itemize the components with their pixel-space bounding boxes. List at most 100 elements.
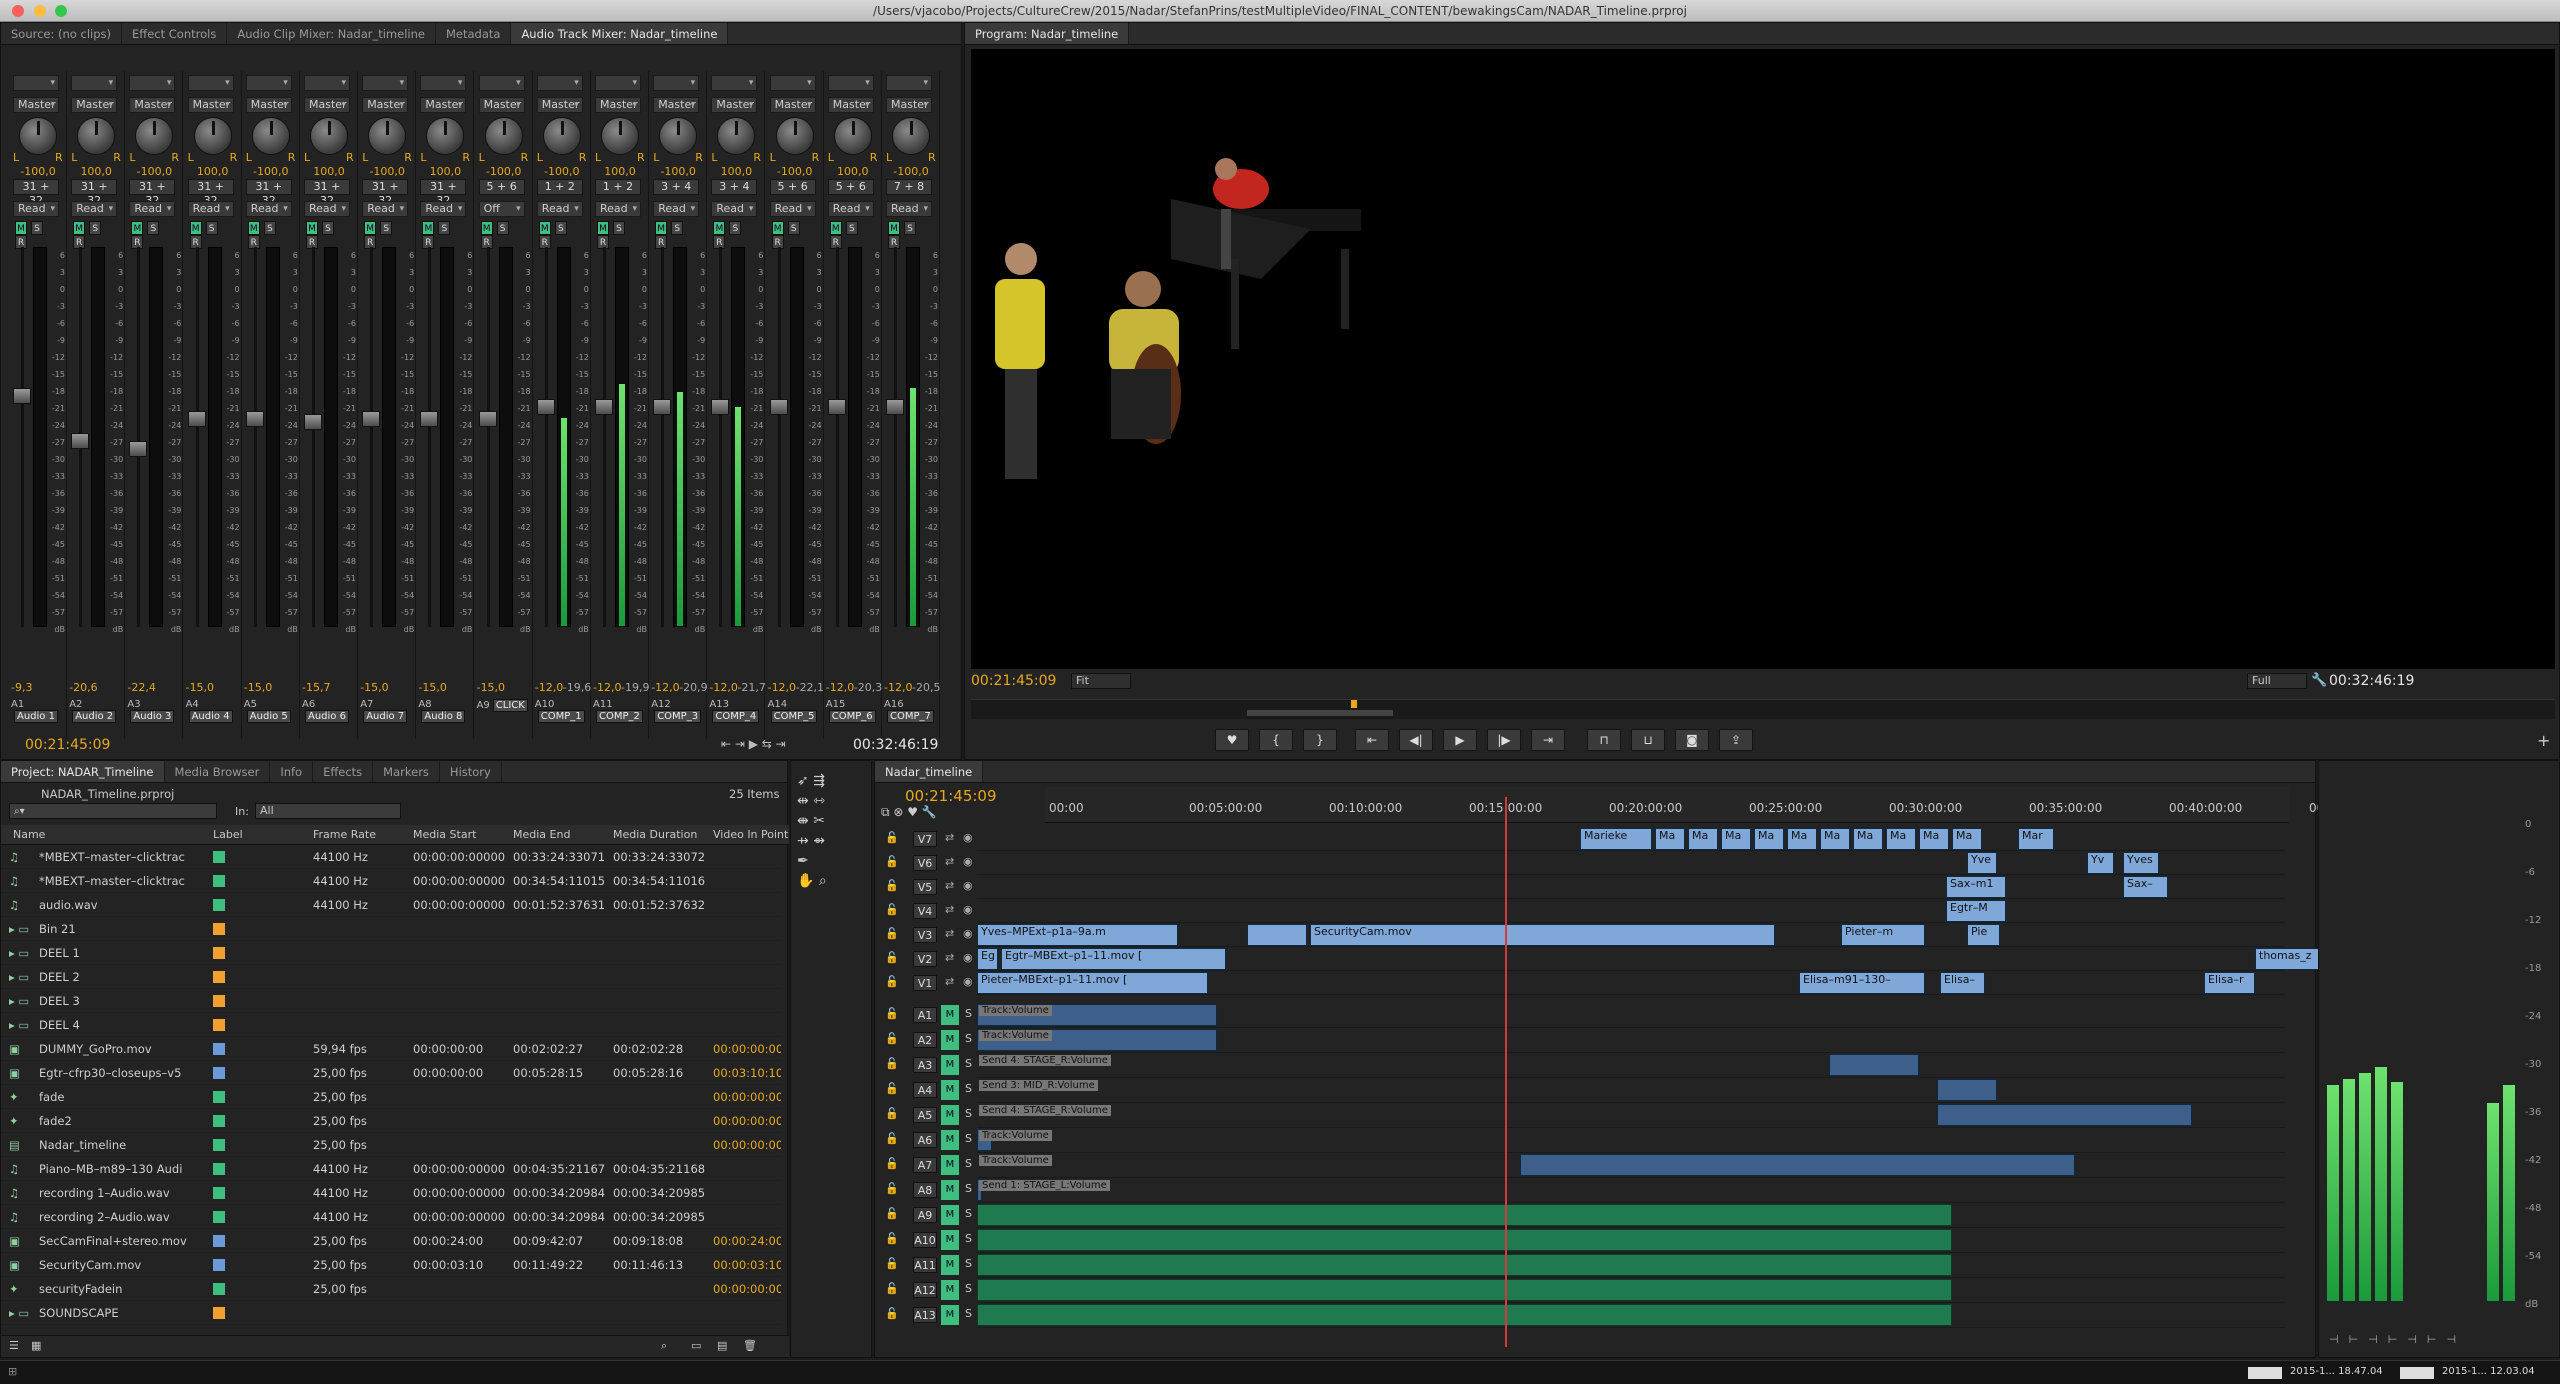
- item-name[interactable]: Nadar_timeline: [39, 1133, 209, 1157]
- volume-fader[interactable]: [478, 411, 497, 427]
- mute-toggle[interactable]: M: [941, 1080, 959, 1100]
- fx-badge[interactable]: Send 1: STAGE_L:Volume: [979, 1180, 1110, 1191]
- send-dropdown[interactable]: Master: [711, 97, 758, 113]
- solo-toggle[interactable]: S: [965, 1057, 972, 1070]
- solo-toggle[interactable]: S: [965, 1007, 972, 1020]
- input-routing[interactable]: 31 + 32: [187, 179, 234, 207]
- thumbnail-2[interactable]: [2400, 1367, 2434, 1379]
- step-back-button[interactable]: ◀|: [1399, 729, 1433, 751]
- lock-icon[interactable]: 🔓: [885, 1132, 899, 1145]
- video-clip[interactable]: Ma: [1952, 828, 1982, 850]
- automation-mode-dropdown[interactable]: Read: [711, 201, 758, 217]
- item-label-color[interactable]: [213, 1133, 233, 1159]
- volume-fader[interactable]: [827, 399, 846, 415]
- fx-badge[interactable]: Send 4: STAGE_R:Volume: [979, 1055, 1111, 1066]
- mute-button[interactable]: M: [655, 221, 668, 235]
- play-button[interactable]: ▶: [1443, 729, 1477, 751]
- button-editor-button[interactable]: ⇪: [1719, 729, 1753, 751]
- item-name[interactable]: recording 2–Audio.wav: [39, 1205, 209, 1229]
- audio-clip-green[interactable]: [977, 1304, 1952, 1326]
- solo-toggle[interactable]: S: [965, 1032, 972, 1045]
- volume-fader[interactable]: [245, 411, 264, 427]
- go-to-in-button[interactable]: ⇤: [1355, 729, 1389, 751]
- solo-toggle[interactable]: S: [965, 1157, 972, 1170]
- solo-button[interactable]: S: [496, 221, 509, 235]
- lock-icon[interactable]: 🔓: [885, 951, 899, 964]
- channel-name[interactable]: COMP_7: [887, 710, 934, 723]
- input-routing[interactable]: 31 + 32: [129, 179, 176, 207]
- fx-badge[interactable]: Track:Volume: [979, 1030, 1052, 1041]
- track-label[interactable]: A9: [913, 1207, 937, 1223]
- automation-mode-dropdown[interactable]: Read: [653, 201, 700, 217]
- insert-slot[interactable]: [478, 75, 525, 91]
- volume-fader[interactable]: [71, 433, 90, 450]
- input-routing[interactable]: 31 + 32: [420, 179, 467, 207]
- project-item-row[interactable]: ▣ DUMMY_GoPro.mov 59,94 fps 00:00:00:00 00:0…: [1, 1037, 781, 1061]
- track-label[interactable]: A8: [913, 1182, 937, 1198]
- linked-selection-icon[interactable]: ⊗: [893, 805, 903, 819]
- pan-knob[interactable]: [484, 117, 523, 155]
- project-item-row[interactable]: ▣ Egtr–cfrp30–closeups–v5 25,00 fps 00:00:0…: [1, 1061, 781, 1085]
- icon-view-icon[interactable]: ▦: [31, 1339, 41, 1352]
- project-item-row[interactable]: ♫ recording 1–Audio.wav 44100 Hz 00:00:00:0…: [1, 1181, 781, 1205]
- extract-button[interactable]: ⊔: [1631, 729, 1665, 751]
- channel-name[interactable]: Audio 7: [363, 710, 408, 723]
- item-name[interactable]: DEEL 4: [39, 1013, 209, 1037]
- insert-slot[interactable]: [420, 75, 467, 91]
- thumbnail-1[interactable]: [2248, 1367, 2282, 1379]
- item-name[interactable]: SecurityCam.mov: [39, 1253, 209, 1277]
- insert-slot[interactable]: [595, 75, 641, 91]
- track-label[interactable]: A5: [913, 1107, 937, 1123]
- track-label[interactable]: V5: [913, 879, 937, 895]
- pan-knob[interactable]: [775, 117, 814, 155]
- insert-slot[interactable]: [711, 75, 758, 91]
- pan-value[interactable]: -100,0: [125, 165, 183, 178]
- video-clip[interactable]: Elisa–r: [2204, 972, 2255, 994]
- tab-media-browser[interactable]: Media Browser: [165, 761, 271, 782]
- lock-icon[interactable]: 🔓: [885, 1207, 899, 1220]
- track-label[interactable]: A11: [913, 1257, 937, 1273]
- tab-history[interactable]: History: [440, 761, 502, 782]
- mute-toggle[interactable]: M: [941, 1105, 959, 1125]
- audio-clip[interactable]: [1937, 1079, 1997, 1101]
- insert-slot[interactable]: [886, 75, 932, 91]
- video-clip[interactable]: Sax–: [2123, 876, 2168, 898]
- pan-knob[interactable]: [19, 117, 57, 155]
- video-clip[interactable]: Ma: [1820, 828, 1850, 850]
- track-label[interactable]: A1: [913, 1007, 937, 1023]
- video-clip[interactable]: Ma: [1721, 828, 1751, 850]
- video-clip[interactable]: Elisa–m91–130–: [1799, 972, 1925, 994]
- mute-button[interactable]: M: [597, 221, 609, 235]
- go-to-out-button[interactable]: ⇥: [1531, 729, 1565, 751]
- mark-out-button[interactable]: }: [1303, 729, 1337, 751]
- insert-slot[interactable]: [827, 75, 874, 91]
- export-frame-button[interactable]: ◙: [1675, 729, 1709, 751]
- input-routing[interactable]: 1 + 2: [595, 179, 641, 195]
- project-item-row[interactable]: ✦ securityFadein 25,00 fps 00:00:00:00: [1, 1277, 781, 1301]
- col-media-duration[interactable]: Media Duration: [613, 828, 697, 841]
- insert-slot[interactable]: [362, 75, 409, 91]
- lock-icon[interactable]: 🔓: [885, 1157, 899, 1170]
- project-item-row[interactable]: ▸ ▭ DEEL 3: [1, 989, 781, 1013]
- lock-icon[interactable]: 🔓: [885, 975, 899, 988]
- mute-toggle[interactable]: M: [941, 1155, 959, 1175]
- add-button[interactable]: +: [2537, 731, 2550, 750]
- project-item-row[interactable]: ♫ recording 2–Audio.wav 44100 Hz 00:00:00:0…: [1, 1205, 781, 1229]
- sync-icon[interactable]: ⇄: [945, 903, 954, 916]
- mute-button[interactable]: M: [771, 221, 784, 235]
- item-name[interactable]: securityFadein: [39, 1277, 209, 1301]
- mute-button[interactable]: M: [888, 221, 900, 235]
- channel-name[interactable]: COMP_3: [654, 710, 702, 723]
- solo-toggle[interactable]: S: [965, 1257, 972, 1270]
- input-routing[interactable]: 3 + 4: [711, 179, 758, 195]
- video-clip[interactable]: Sax–m1: [1946, 876, 2006, 898]
- pan-value[interactable]: -100,0: [649, 165, 707, 178]
- mute-button[interactable]: M: [73, 221, 86, 235]
- track-label[interactable]: V1: [913, 975, 937, 991]
- video-clip[interactable]: SecurityCam.mov: [1310, 924, 1775, 946]
- add-marker-icon[interactable]: ♥: [907, 805, 918, 819]
- solo-button[interactable]: S: [205, 221, 218, 235]
- video-clip[interactable]: Egtr–MBExt–p1–11.mov [: [1001, 948, 1226, 970]
- input-routing[interactable]: 31 + 32: [245, 179, 292, 207]
- insert-slot[interactable]: [187, 75, 234, 91]
